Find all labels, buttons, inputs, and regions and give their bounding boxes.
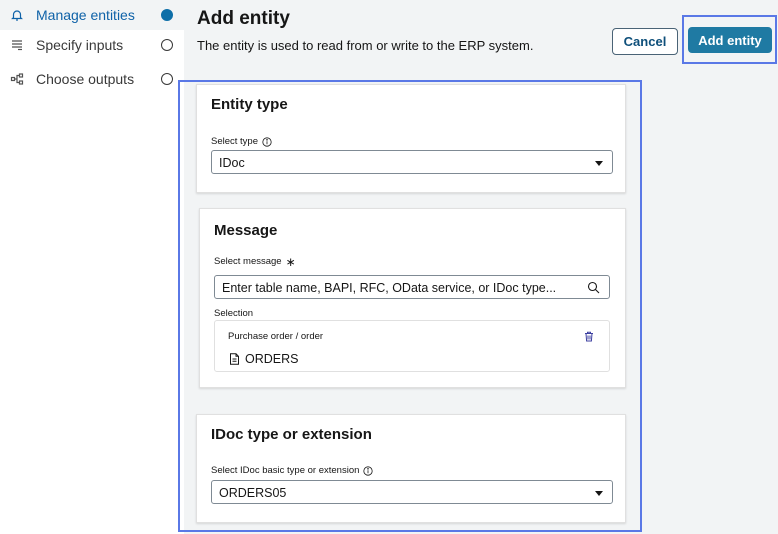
document-icon: [230, 353, 239, 365]
page-title: Add entity: [197, 8, 290, 29]
step-status-pending: [161, 73, 173, 85]
select-type-label: Select type: [211, 136, 272, 147]
idoc-type-select-value: ORDERS05: [219, 486, 287, 500]
step-manage-entities[interactable]: Manage entities: [0, 0, 184, 30]
message-search-field[interactable]: [214, 275, 610, 299]
idoc-type-title: IDoc type or extension: [211, 426, 372, 443]
share-nodes-icon: [10, 72, 24, 86]
step-label: Specify inputs: [36, 37, 124, 53]
step-status-pending: [161, 39, 173, 51]
info-icon[interactable]: [363, 465, 373, 476]
add-entity-button[interactable]: Add entity: [688, 27, 772, 53]
message-search-input[interactable]: [222, 280, 577, 295]
entity-type-card: Entity type Select type IDoc: [196, 84, 626, 193]
step-label: Choose outputs: [36, 71, 135, 87]
step-choose-outputs[interactable]: Choose outputs: [0, 64, 184, 94]
idoc-type-card: IDoc type or extension Select IDoc basic…: [196, 414, 626, 523]
entity-type-title: Entity type: [211, 96, 288, 113]
message-title: Message: [214, 222, 278, 239]
select-idoc-label: Select IDoc basic type or extension: [211, 465, 373, 476]
info-icon[interactable]: [262, 136, 272, 147]
idoc-type-select[interactable]: ORDERS05: [211, 480, 613, 504]
selection-name: ORDERS: [245, 352, 299, 366]
chevron-down-icon: [595, 491, 603, 496]
wizard-sidebar: Manage entities Specify inputs Choose ou…: [0, 0, 184, 534]
add-entity-highlight: Add entity: [682, 15, 777, 64]
message-card: Message Select message ∗ Selection Purch…: [199, 208, 626, 388]
trash-icon[interactable]: [584, 331, 594, 342]
search-icon[interactable]: [587, 281, 600, 294]
selection-label: Selection: [214, 308, 254, 319]
page-description: The entity is used to read from or write…: [197, 38, 534, 53]
step-status-active: [161, 9, 173, 21]
cancel-button[interactable]: Cancel: [612, 28, 678, 55]
selection-token: Purchase order / order ORDERS: [214, 320, 610, 372]
list-icon: [10, 38, 24, 52]
select-message-label: Select message ∗: [214, 254, 296, 269]
step-label: Manage entities: [36, 7, 135, 23]
type-select-value: IDoc: [219, 156, 245, 170]
bell-icon: [10, 8, 24, 22]
required-indicator: ∗: [285, 254, 296, 269]
step-specify-inputs[interactable]: Specify inputs: [0, 30, 184, 60]
chevron-down-icon: [595, 161, 603, 166]
type-select[interactable]: IDoc: [211, 150, 613, 174]
selection-category: Purchase order / order: [228, 331, 324, 342]
